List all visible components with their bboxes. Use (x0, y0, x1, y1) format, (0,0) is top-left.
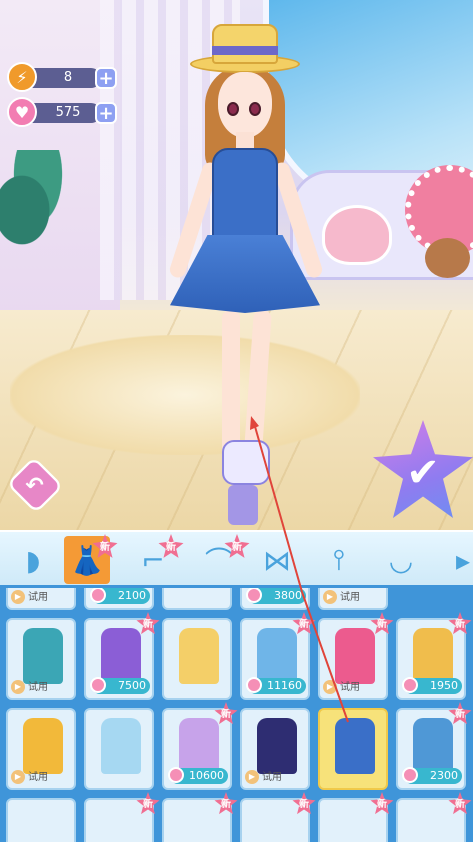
straw-hat (212, 24, 278, 64)
item-card-partial[interactable]: ▶ 试用 (6, 588, 76, 610)
dress-bodice (212, 148, 278, 243)
price-tag: 3800 (246, 588, 306, 604)
energy-value: 8 (63, 70, 73, 85)
price-tag: 2300 (402, 767, 462, 784)
price-value: 3800 (274, 589, 302, 602)
play-icon: ▶ (323, 590, 337, 604)
price-tag: 10600 (168, 767, 228, 784)
left-eye (227, 102, 239, 116)
item-card-partial[interactable] (6, 798, 76, 842)
item-card-light-blue-shirt-dress[interactable] (84, 708, 154, 790)
gem-value: 575 (55, 105, 81, 120)
right-eye (249, 102, 261, 116)
category-tab-hair[interactable]: ◗ (10, 536, 56, 584)
add-energy-button[interactable]: + (95, 67, 117, 89)
garment-thumbnail (413, 628, 453, 684)
price-value: 1950 (430, 679, 458, 692)
item-card-blue-sailor-dress[interactable] (318, 708, 388, 790)
play-icon: ▶ (11, 770, 25, 784)
stocking-icon: ⌐ (141, 543, 165, 577)
bow-icon: ⋈ (263, 543, 291, 577)
garment-thumbnail (23, 718, 63, 774)
price-value: 7500 (118, 679, 146, 692)
more-icon: ▸ (455, 543, 471, 577)
item-card-navy-evening-gown[interactable]: ▶ 试用 (240, 708, 310, 790)
hair-icon: ◗ (25, 543, 41, 577)
garment-thumbnail (257, 628, 297, 684)
item-card-yellow-lolita[interactable] (162, 618, 232, 700)
garment-thumbnail (101, 628, 141, 684)
price-tag: 1950 (402, 677, 462, 694)
try-on-text: 试用 (28, 772, 48, 783)
try-on-label: ▶ 试用 (11, 678, 57, 694)
energy-counter: ⚡ 8 + (7, 62, 117, 92)
category-tab-hair-accessory[interactable]: ⋈ (254, 536, 300, 584)
try-on-label: ▶ 试用 (245, 768, 291, 784)
lightning-icon: ⚡ (7, 62, 37, 92)
item-card-teal-qipao[interactable]: ▶ 试用 (6, 618, 76, 700)
garment-thumbnail (257, 718, 297, 774)
gem-icon (168, 767, 184, 783)
try-on-label: ▶ 试用 (323, 588, 369, 604)
item-card-partial[interactable]: 2100 (84, 588, 154, 610)
character-face (218, 72, 272, 138)
monkey-plush (425, 238, 470, 278)
play-icon: ▶ (323, 680, 337, 694)
category-tab-earrings[interactable]: ⫯ (316, 536, 362, 584)
gem-counter: ♥ 575 + (7, 97, 117, 127)
gem-icon (402, 767, 418, 783)
category-tabs: ◗ 👗 新 ⌐ 新 ⌒ 新 ⋈ ⫯ ◡ ▸ (0, 530, 473, 585)
hat-band (212, 46, 278, 55)
try-on-text: 试用 (340, 592, 360, 603)
item-card-partial[interactable]: 3800 (240, 588, 310, 610)
category-tab-necklace[interactable]: ◡ (378, 536, 424, 584)
add-gems-button[interactable]: + (95, 102, 117, 124)
price-tag: 7500 (90, 677, 150, 694)
price-value: 2300 (430, 769, 458, 782)
gem-icon (90, 677, 106, 693)
price-value: 11160 (267, 679, 302, 692)
garment-thumbnail (23, 628, 63, 684)
garment-thumbnail (335, 718, 375, 774)
play-icon: ▶ (11, 590, 25, 604)
item-card-partial[interactable] (162, 588, 232, 610)
try-on-label: ▶ 试用 (11, 768, 57, 784)
ruffle-sock (222, 440, 270, 485)
gem-icon (90, 588, 106, 603)
price-tag: 11160 (246, 677, 306, 694)
category-tab-more[interactable]: ▸ (440, 536, 473, 584)
gem-icon (246, 588, 262, 603)
garment-thumbnail (101, 718, 141, 774)
gem-icon (402, 677, 418, 693)
price-value: 2100 (118, 589, 146, 602)
shoe (228, 485, 258, 525)
try-on-text: 试用 (28, 592, 48, 603)
try-on-text: 试用 (262, 772, 282, 783)
gem-icon (246, 677, 262, 693)
item-card-yellow-ruffle-dress[interactable]: ▶ 试用 (6, 708, 76, 790)
gem-icon: ♥ (7, 97, 37, 127)
item-card-partial[interactable]: ▶ 试用 (318, 588, 388, 610)
necklace-icon: ◡ (388, 543, 414, 577)
item-grid: ▶ 试用 2100 3800 ▶ 试用 ▶ 试用 7500 新 11160 新 ▶ 试用新 1950 新 ▶ 试用… (0, 585, 473, 842)
play-icon: ▶ (245, 770, 259, 784)
earring-icon: ⫯ (332, 543, 346, 576)
price-tag: 2100 (90, 588, 150, 604)
try-on-text: 试用 (28, 682, 48, 693)
garment-thumbnail (179, 718, 219, 774)
play-icon: ▶ (11, 680, 25, 694)
try-on-label: ▶ 试用 (11, 588, 57, 604)
back-arrow-icon: ↶ (25, 472, 45, 498)
plant (0, 150, 70, 270)
character-avatar[interactable] (140, 10, 340, 530)
checkmark-icon: ✔ (406, 450, 440, 496)
try-on-text: 试用 (340, 682, 360, 693)
price-value: 10600 (189, 769, 224, 782)
try-on-label: ▶ 试用 (323, 678, 369, 694)
garment-thumbnail (335, 628, 375, 684)
dress-icon: 👗 (69, 543, 105, 577)
garment-thumbnail (179, 628, 219, 684)
garment-thumbnail (413, 718, 453, 774)
